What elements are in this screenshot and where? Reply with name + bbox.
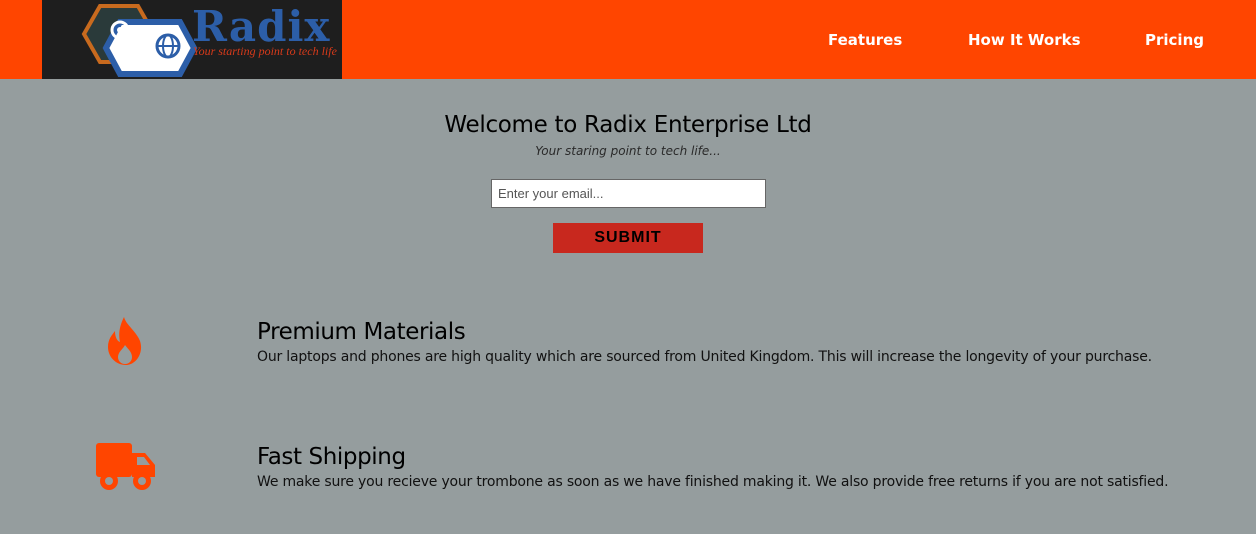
feature-title-fast-shipping: Fast Shipping: [257, 444, 406, 470]
nav-link-features[interactable]: Features: [828, 31, 902, 49]
email-input[interactable]: [491, 179, 766, 208]
feature-description-premium-materials: Our laptops and phones are high quality …: [257, 349, 1152, 365]
hero-title: Welcome to Radix Enterprise Ltd: [444, 112, 812, 138]
hero-subtitle: Your staring point to tech life...: [535, 144, 721, 158]
submit-button[interactable]: SUBMIT: [553, 223, 703, 253]
site-header: Radix Your starting point to tech life F…: [0, 0, 1256, 79]
brand-tagline: Your starting point to tech life: [193, 44, 337, 58]
feature-title-premium-materials: Premium Materials: [257, 319, 466, 345]
truck-icon: [95, 441, 157, 498]
nav-link-pricing[interactable]: Pricing: [1145, 31, 1204, 49]
brand-logo[interactable]: Radix Your starting point to tech life: [42, 0, 342, 79]
nav-link-how-it-works[interactable]: How It Works: [968, 31, 1081, 49]
feature-description-fast-shipping: We make sure you recieve your trombone a…: [257, 474, 1169, 490]
fire-icon: [106, 315, 146, 372]
